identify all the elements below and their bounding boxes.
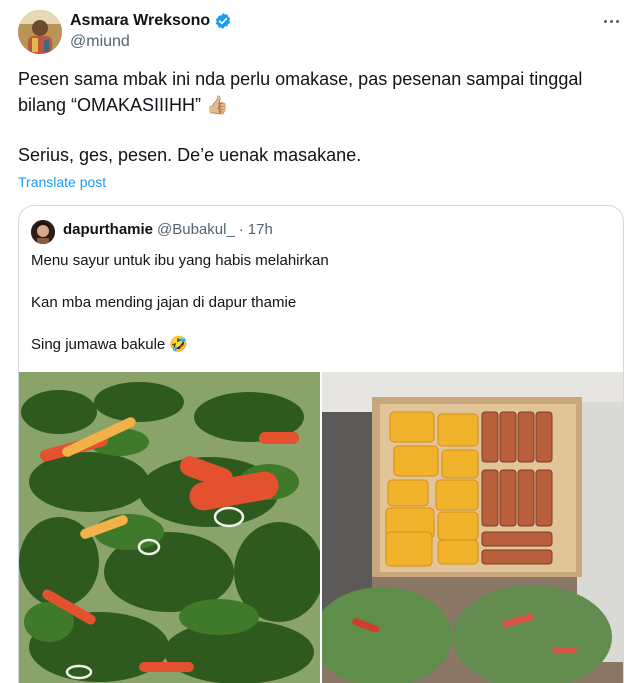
post-text-line-3: Serius, ges, pesen. De’e uenak masakane. [18,145,362,165]
tofu-tempeh-box-photo[interactable] [322,372,623,683]
quoted-post[interactable]: dapurthamie @Bubakul_ · 17h Menu sayur u… [18,205,624,683]
separator-dot: · [238,221,244,238]
quoted-handle[interactable]: @Bubakul_ [157,221,235,238]
quoted-text-line-3: Sing jumawa bakule 🤣 [31,336,189,353]
translate-post-link[interactable]: Translate post [18,174,106,190]
quoted-text-line-1: Menu sayur untuk ibu yang habis melahirk… [31,252,329,269]
post-text-line-1: Pesen sama mbak ini nda perlu omakase, p… [18,69,583,89]
thumbs-up-emoji: 👍🏼 [206,95,229,115]
quoted-display-name[interactable]: dapurthamie [63,221,153,238]
more-dots-icon[interactable] [598,12,624,30]
post-text-line-2: bilang “OMAKASIIIHH” [18,95,202,115]
post-text: Pesen sama mbak ini nda perlu omakase, p… [18,66,618,168]
quoted-author-avatar[interactable] [31,220,55,244]
author-avatar[interactable] [18,10,62,54]
quoted-media [19,372,623,683]
verified-badge-icon[interactable] [214,12,232,30]
vegetable-soup-photo[interactable] [19,372,320,683]
author-display-name[interactable]: Asmara Wreksono [70,12,210,30]
post: Asmara Wreksono @miund Pesen sama mbak i… [0,0,640,683]
quoted-timestamp[interactable]: 17h [248,221,273,238]
quoted-text-line-2: Kan mba mending jajan di dapur thamie [31,294,297,311]
quoted-author-info: dapurthamie @Bubakul_ · 17h [63,221,273,238]
author-info: Asmara Wreksono @miund [70,10,232,51]
author-handle[interactable]: @miund [70,33,232,51]
quoted-text: Menu sayur untuk ibu yang habis melahirk… [31,250,611,376]
